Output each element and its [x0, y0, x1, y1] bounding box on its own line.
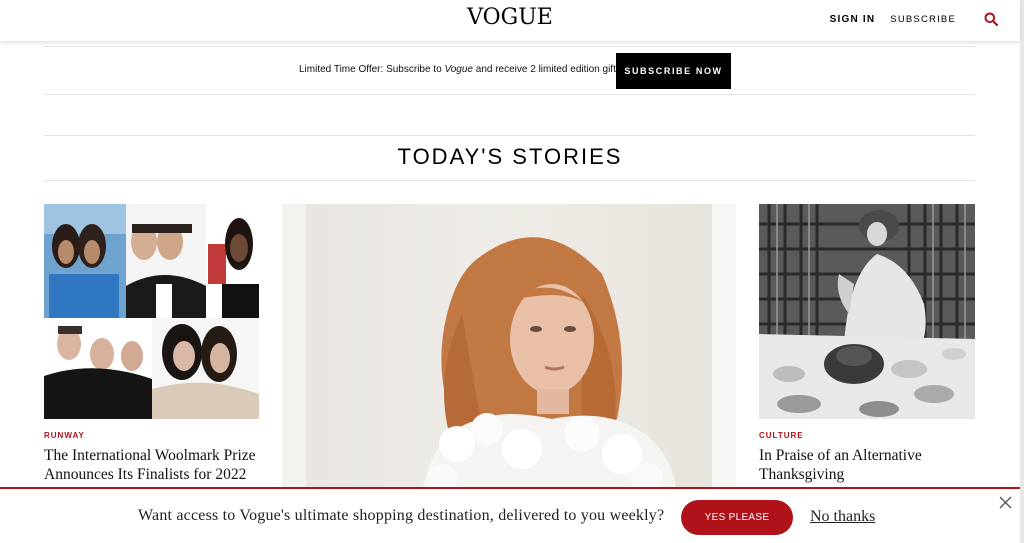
- newsletter-prompt: Want access to Vogue's ultimate shopping…: [138, 507, 665, 524]
- divider: [44, 46, 975, 47]
- newsletter-bar: Want access to Vogue's ultimate shopping…: [0, 487, 1020, 543]
- thanksgiving-photo-image: [759, 204, 975, 419]
- divider: [44, 135, 975, 136]
- yes-please-button[interactable]: YES PLEASE: [681, 500, 793, 535]
- scrollbar[interactable]: [1020, 0, 1024, 543]
- no-thanks-link[interactable]: No thanks: [810, 508, 875, 526]
- site-header: VOGUE SIGN IN SUBSCRIBE: [0, 0, 1020, 41]
- story-headline[interactable]: In Praise of an Alternative Thanksgiving: [759, 446, 975, 484]
- featured-story-image[interactable]: [282, 204, 736, 494]
- subscribe-now-button[interactable]: SUBSCRIBE NOW: [616, 53, 731, 89]
- woolmark-finalists-image[interactable]: [44, 204, 259, 419]
- search-icon[interactable]: [984, 12, 998, 26]
- promo-text: Limited Time Offer: Subscribe to Vogue a…: [299, 64, 621, 75]
- story-headline[interactable]: The International Woolmark Prize Announc…: [44, 446, 259, 484]
- section-title: TODAY'S STORIES: [397, 144, 623, 169]
- divider: [44, 94, 975, 95]
- featured-portrait-image: [282, 204, 736, 494]
- woolmark-collage-image: [44, 204, 259, 419]
- thanksgiving-story-image[interactable]: [759, 204, 975, 419]
- header-nav: SIGN IN SUBSCRIBE: [830, 12, 998, 26]
- story-category[interactable]: RUNWAY: [44, 431, 85, 440]
- story-category[interactable]: CULTURE: [759, 431, 804, 440]
- sign-in-link[interactable]: SIGN IN: [830, 14, 876, 25]
- close-icon[interactable]: [999, 496, 1012, 509]
- subscribe-link[interactable]: SUBSCRIBE: [890, 14, 956, 25]
- divider: [44, 180, 975, 181]
